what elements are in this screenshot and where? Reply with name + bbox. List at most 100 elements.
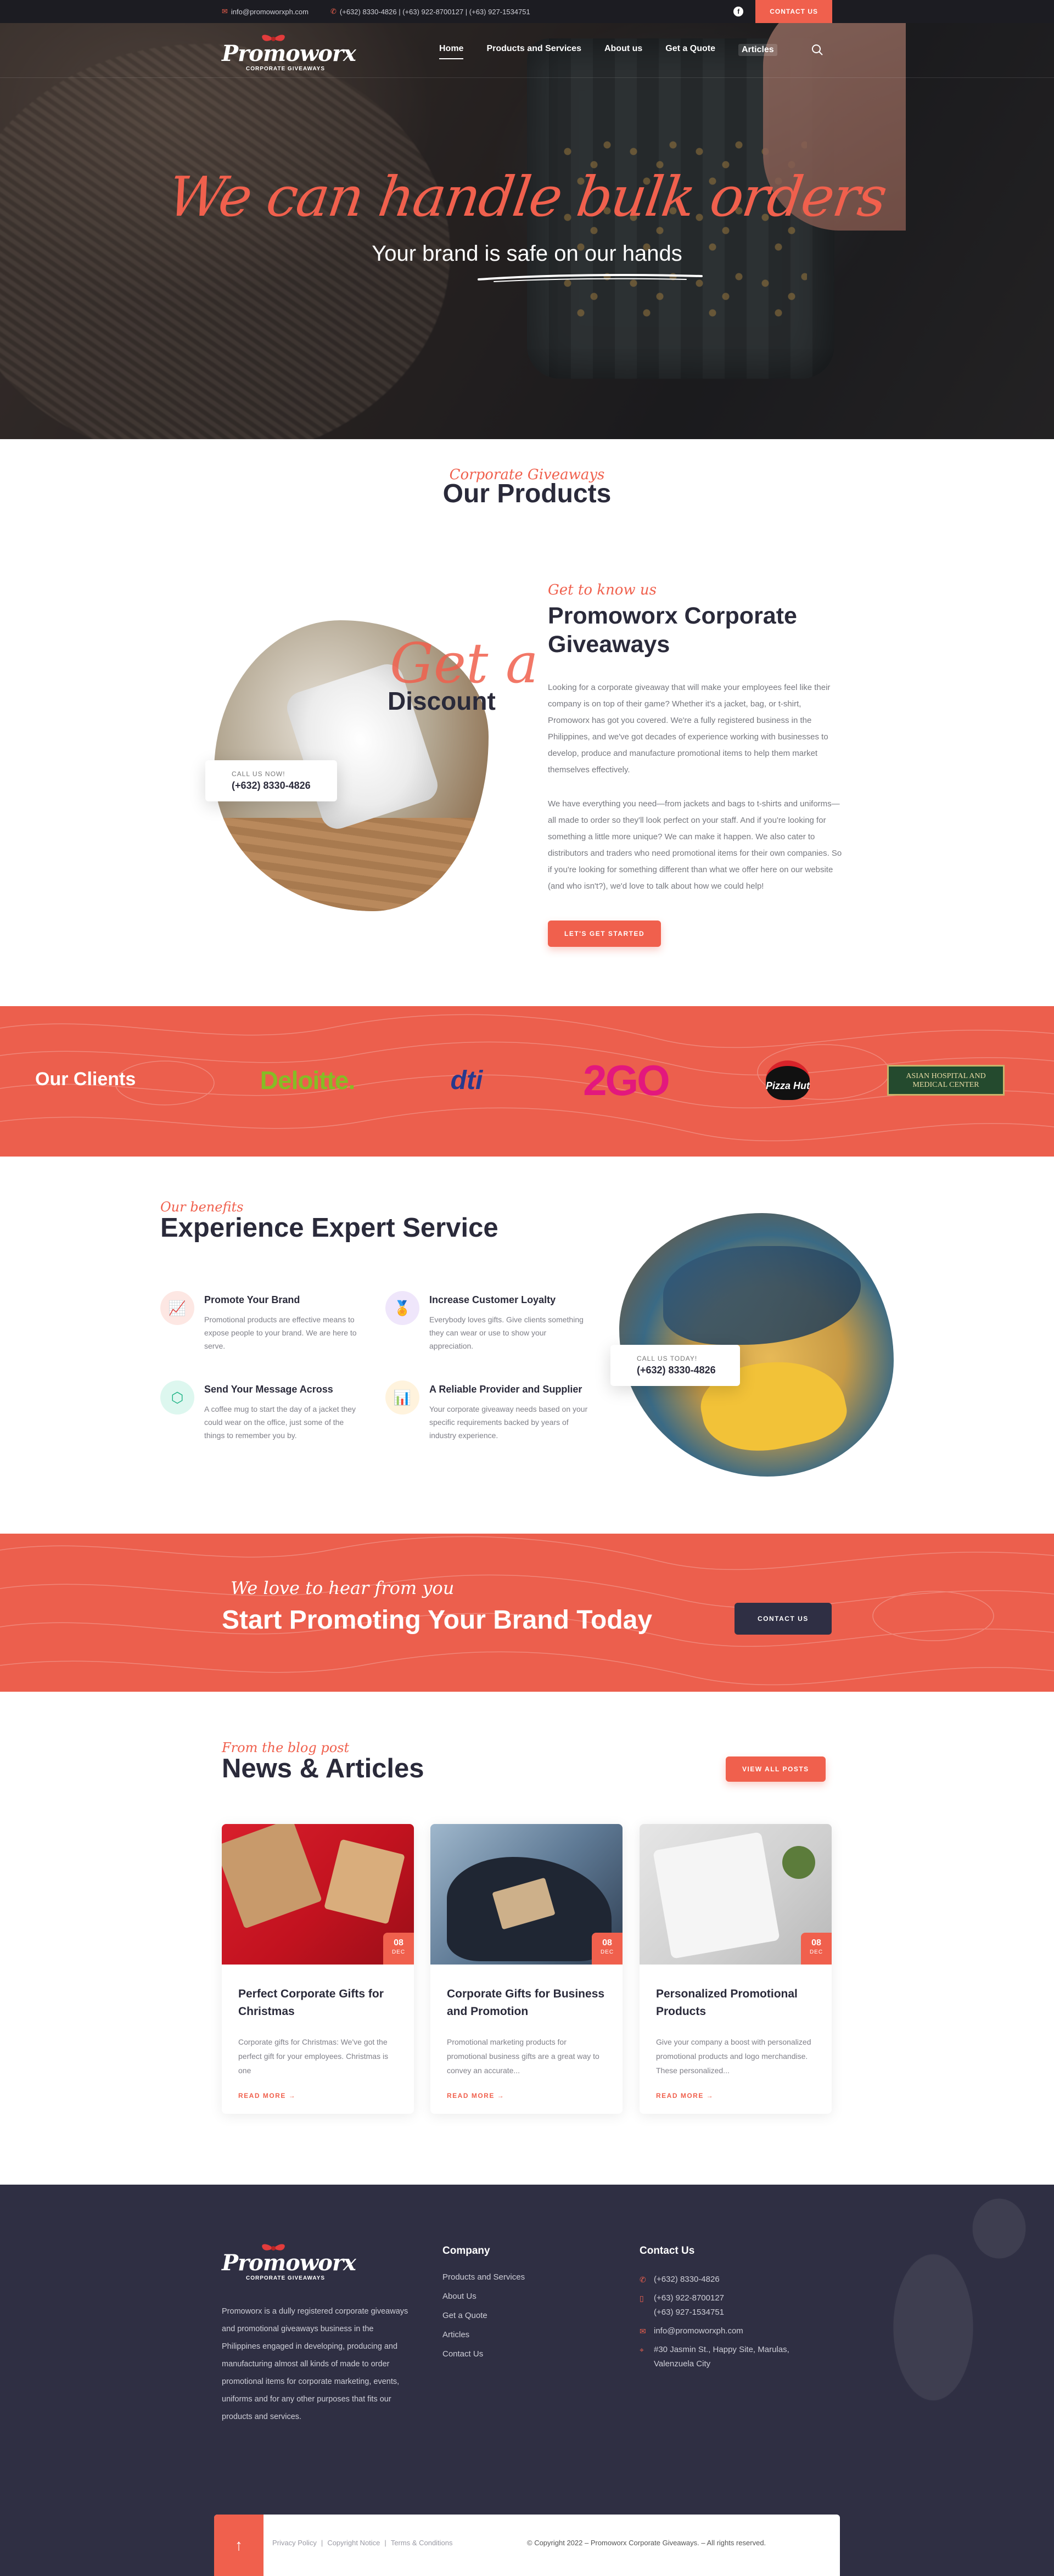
article-image[interactable]: 08 DEC (430, 1824, 623, 1965)
logo-text: Promoworx (222, 41, 356, 66)
date-badge: 08 DEC (801, 1933, 832, 1965)
top-bar: ✉ info@promoworxph.com ✆ (+632) 8330-482… (0, 0, 1054, 23)
article-title[interactable]: Perfect Corporate Gifts for Christmas (238, 1985, 397, 2024)
hero-underline-decoration (478, 274, 703, 282)
bar-chart-icon: 📊 (385, 1380, 419, 1415)
products-title: Our Products (442, 479, 612, 508)
footer-link-contact[interactable]: Contact Us (442, 2349, 525, 2359)
call-today-number: (+632) 8330-4826 (637, 1365, 716, 1376)
feature-text: Everybody loves gifts. Give clients some… (429, 1315, 584, 1350)
article-image[interactable]: 08 DEC (640, 1824, 832, 1965)
article-excerpt: Give your company a boost with personali… (656, 2038, 811, 2075)
expert-title: Experience Expert Service (160, 1213, 498, 1243)
footer-about-text: Promoworx is a dully registered corporat… (222, 2307, 408, 2421)
call-now-number: (+632) 8330-4826 (232, 780, 311, 791)
date-badge: 08 DEC (383, 1933, 414, 1965)
topbar-phones: (+632) 8330-4826 | (+63) 922-8700127 | (… (339, 7, 530, 16)
read-more-link[interactable]: Read More → (447, 2092, 606, 2100)
footer-email[interactable]: info@promoworxph.com (654, 2324, 743, 2338)
email-icon: ✉ (640, 2327, 646, 2336)
feature-title: Promote Your Brand (204, 1294, 300, 1305)
footer-link-products[interactable]: Products and Services (442, 2272, 525, 2282)
discount-title: Discount (388, 687, 496, 715)
article-title[interactable]: Personalized Promotional Products (656, 1985, 815, 2024)
expert-heading: Our benefits Experience Expert Service (160, 1199, 498, 1243)
footer-logo[interactable]: Promoworx CORPORATE GIVEAWAYS (222, 2242, 356, 2281)
legal-links: Privacy Policy | Copyright Notice | Terms & … (272, 2539, 453, 2547)
about-section: Get to know us Promoworx Corporate Givea… (548, 582, 844, 895)
site-logo[interactable]: Promoworx CORPORATE GIVEAWAYS (222, 33, 356, 72)
footer-link-quote[interactable]: Get a Quote (442, 2311, 525, 2320)
scroll-to-top-button[interactable]: ↑ (214, 2515, 264, 2576)
footer-phone-1[interactable]: (+632) 8330-4826 (654, 2272, 720, 2287)
feature-title: Increase Customer Loyalty (429, 1294, 556, 1305)
topbar-contact-button[interactable]: Contact Us (755, 0, 832, 23)
footer-company-links: Products and Services About Us Get a Quo… (442, 2272, 525, 2369)
nav-menu: Home Products and Services About us Get … (439, 44, 800, 59)
footer-contact-title: Contact Us (640, 2245, 695, 2257)
feature-text: A coffee mug to start the day of a jacke… (204, 1405, 356, 1440)
footer-phone-2[interactable]: (+63) 922-8700127 (654, 2291, 724, 2305)
copyright-notice-link[interactable]: Copyright Notice (327, 2539, 380, 2547)
client-logo-dti: dti (450, 1065, 483, 1095)
client-logo-asian-hospital: ASIAN HOSPITAL AND MEDICAL CENTER (887, 1056, 1005, 1105)
products-heading: Corporate Giveaways Our Products (0, 467, 1054, 509)
client-logo-deloitte: Deloitte. (260, 1066, 355, 1095)
read-more-link[interactable]: Read More → (656, 2092, 815, 2100)
call-today-label: Call us today! (637, 1355, 698, 1362)
cta-section: We love to hear from you Start Promoting… (0, 1534, 1054, 1692)
read-more-link[interactable]: Read More → (238, 2092, 397, 2100)
hero-script-heading: We can handle bulk orders (164, 165, 890, 229)
about-script: Get to know us (548, 582, 657, 598)
call-now-card[interactable]: Call us now! (+632) 8330-4826 (205, 760, 337, 801)
nav-item-articles[interactable]: Articles (738, 44, 777, 56)
feature-text: Promotional products are effective means… (204, 1315, 357, 1350)
about-paragraph-2: We have everything you need—from jackets… (548, 799, 842, 891)
map-decoration (823, 2185, 1054, 2514)
arrow-up-icon: ↑ (235, 2536, 243, 2553)
about-title: Promoworx Corporate Giveaways (548, 603, 797, 658)
hero-section: Promoworx CORPORATE GIVEAWAYS Home Produ… (0, 0, 1054, 439)
client-logo-pizza-hut: Pizza Hut (763, 1056, 812, 1105)
about-paragraph-1: Looking for a corporate giveaway that wi… (548, 683, 831, 775)
date-badge: 08 DEC (592, 1933, 623, 1965)
topbar-email-link[interactable]: info@promoworxph.com (231, 8, 309, 16)
phone-icon: ✆ (640, 2275, 646, 2284)
mobile-icon: ▯ (640, 2294, 644, 2303)
phone-icon: ✆ (330, 7, 337, 15)
cta-contact-button[interactable]: Contact Us (735, 1603, 832, 1635)
news-title: News & Articles (222, 1754, 424, 1783)
chart-icon: 📈 (160, 1291, 194, 1325)
nav-item-products[interactable]: Products and Services (486, 44, 581, 56)
feature-title: Send Your Message Across (204, 1384, 333, 1395)
search-icon[interactable] (811, 44, 823, 56)
client-logo-2go: 2GO (583, 1056, 670, 1104)
call-today-card[interactable]: Call us today! (+632) 8330-4826 (610, 1345, 740, 1386)
article-card[interactable]: 08 DEC Perfect Corporate Gifts for Chris… (222, 1824, 414, 2114)
nav-item-about[interactable]: About us (604, 44, 642, 56)
news-heading: From the blog post News & Articles (222, 1740, 424, 1784)
cta-title: Start Promoting Your Brand Today (222, 1606, 653, 1635)
clients-section: Our Clients Deloitte. dti 2GO Pizza Hut … (0, 1006, 1054, 1157)
article-card[interactable]: 08 DEC Personalized Promotional Products… (640, 1824, 832, 2114)
get-started-button[interactable]: Let's Get Started (548, 921, 661, 947)
copyright-text: © Copyright 2022 – Promoworx Corporate G… (527, 2539, 766, 2547)
medal-icon: 🏅 (385, 1291, 419, 1325)
footer-phone-3[interactable]: (+63) 927-1534751 (654, 2305, 724, 2320)
facebook-icon[interactable]: f (733, 7, 744, 16)
footer-company-title: Company (442, 2245, 490, 2257)
footer-link-about[interactable]: About Us (442, 2292, 525, 2301)
nav-item-quote[interactable]: Get a Quote (665, 44, 715, 56)
article-title[interactable]: Corporate Gifts for Business and Promoti… (447, 1985, 606, 2024)
location-icon: ⌖ (640, 2345, 644, 2354)
nav-item-home[interactable]: Home (439, 44, 464, 59)
footer-link-articles[interactable]: Articles (442, 2330, 525, 2339)
privacy-policy-link[interactable]: Privacy Policy (272, 2539, 317, 2547)
terms-link[interactable]: Terms & Conditions (391, 2539, 453, 2547)
view-all-posts-button[interactable]: View All Posts (726, 1756, 826, 1782)
article-excerpt: Corporate gifts for Christmas: We've got… (238, 2038, 389, 2075)
main-navigation: Promoworx CORPORATE GIVEAWAYS Home Produ… (0, 23, 1054, 78)
feature-text: Your corporate giveaway needs based on y… (429, 1405, 588, 1440)
article-image[interactable]: 08 DEC (222, 1824, 414, 1965)
article-card[interactable]: 08 DEC Corporate Gifts for Business and … (430, 1824, 623, 2114)
